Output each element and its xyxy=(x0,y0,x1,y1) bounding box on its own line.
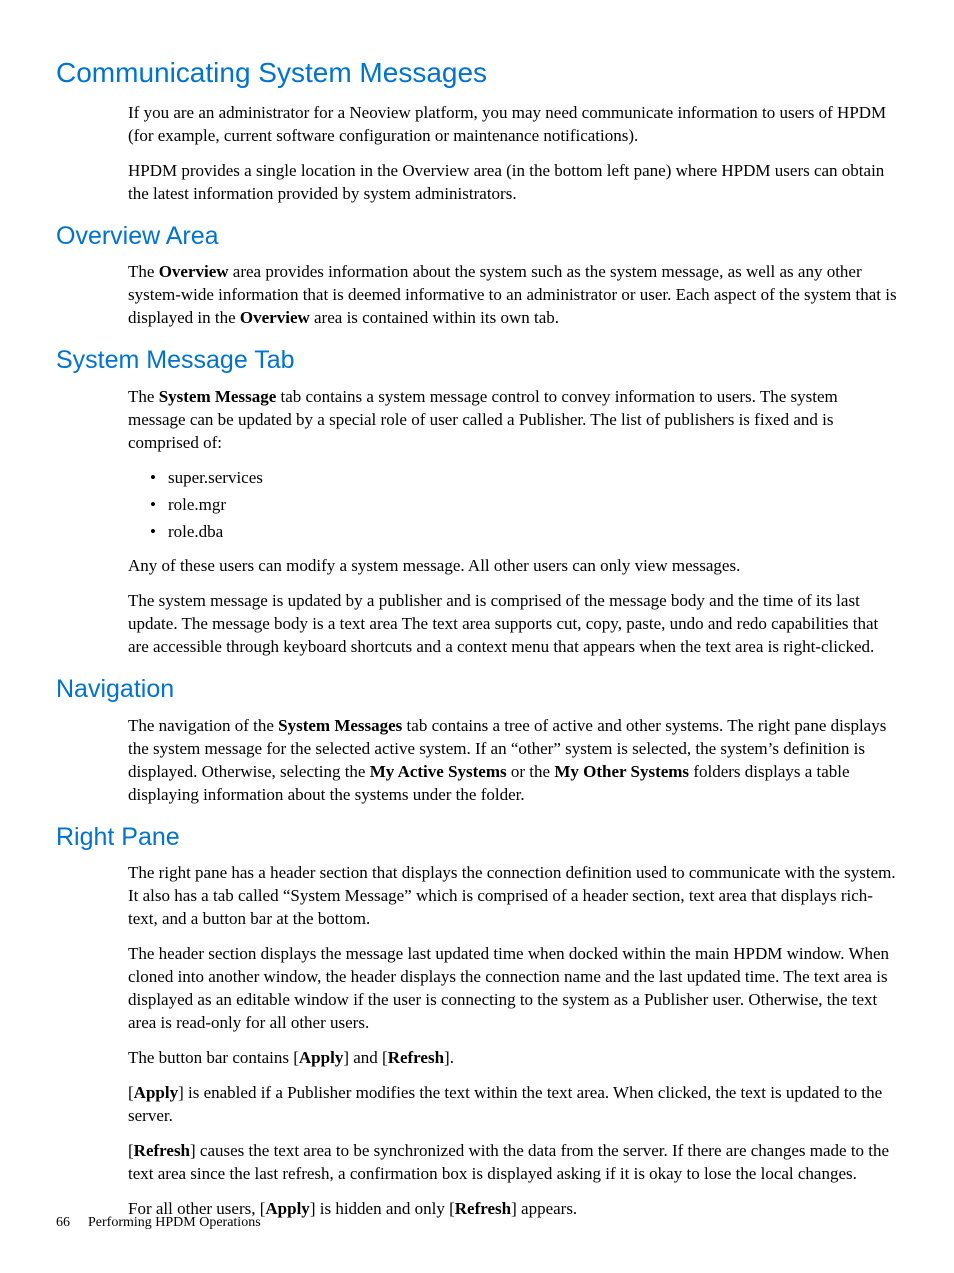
text: The button bar contains [ xyxy=(128,1048,299,1067)
paragraph: [Apply] is enabled if a Publisher modifi… xyxy=(128,1082,898,1128)
bold-text: My Active Systems xyxy=(370,762,507,781)
paragraph: The navigation of the System Messages ta… xyxy=(128,715,898,807)
page-footer: 66 Performing HPDM Operations xyxy=(56,1214,261,1233)
bold-text: Apply xyxy=(265,1199,309,1218)
text: The xyxy=(128,262,159,281)
text: area is contained within its own tab. xyxy=(310,308,559,327)
text: The xyxy=(128,387,159,406)
section-body: The Overview area provides information a… xyxy=(128,261,898,330)
bold-text: Apply xyxy=(299,1048,343,1067)
bold-text: Refresh xyxy=(134,1141,190,1160)
bold-text: Overview xyxy=(159,262,229,281)
page: Communicating System Messages If you are… xyxy=(0,0,954,1273)
heading-navigation: Navigation xyxy=(56,673,898,707)
list-item: super.services xyxy=(150,467,898,490)
bold-text: My Other Systems xyxy=(554,762,689,781)
heading-system-message-tab: System Message Tab xyxy=(56,344,898,378)
publishers-list: super.services role.mgr role.dba xyxy=(128,467,898,544)
bold-text: Apply xyxy=(134,1083,178,1102)
text: The navigation of the xyxy=(128,716,278,735)
paragraph: HPDM provides a single location in the O… xyxy=(128,160,898,206)
page-number: 66 xyxy=(56,1215,70,1230)
paragraph: The header section displays the message … xyxy=(128,943,898,1035)
section-body: If you are an administrator for a Neovie… xyxy=(128,102,898,206)
section-body: The System Message tab contains a system… xyxy=(128,386,898,659)
text: ] is enabled if a Publisher modifies the… xyxy=(128,1083,882,1125)
paragraph: The system message is updated by a publi… xyxy=(128,590,898,659)
list-item: role.dba xyxy=(150,521,898,544)
paragraph: The System Message tab contains a system… xyxy=(128,386,898,455)
heading-right-pane: Right Pane xyxy=(56,821,898,855)
bold-text: Overview xyxy=(240,308,310,327)
list-item: role.mgr xyxy=(150,494,898,517)
heading-communicating-system-messages: Communicating System Messages xyxy=(56,54,898,92)
paragraph: The button bar contains [Apply] and [Ref… xyxy=(128,1047,898,1070)
paragraph: [Refresh] causes the text area to be syn… xyxy=(128,1140,898,1186)
paragraph: The Overview area provides information a… xyxy=(128,261,898,330)
text: ] causes the text area to be synchronize… xyxy=(128,1141,889,1183)
bold-text: System Message xyxy=(159,387,277,406)
footer-chapter-title: Performing HPDM Operations xyxy=(88,1215,261,1230)
heading-overview-area: Overview Area xyxy=(56,220,898,254)
text: ] appears. xyxy=(511,1199,577,1218)
bold-text: System Messages xyxy=(278,716,402,735)
text: or the xyxy=(507,762,555,781)
text: ] and [ xyxy=(343,1048,387,1067)
section-body: The right pane has a header section that… xyxy=(128,862,898,1220)
bold-text: Refresh xyxy=(388,1048,444,1067)
paragraph: If you are an administrator for a Neovie… xyxy=(128,102,898,148)
section-body: The navigation of the System Messages ta… xyxy=(128,715,898,807)
text: ] is hidden and only [ xyxy=(310,1199,455,1218)
paragraph: The right pane has a header section that… xyxy=(128,862,898,931)
paragraph: Any of these users can modify a system m… xyxy=(128,555,898,578)
bold-text: Refresh xyxy=(455,1199,511,1218)
text: ]. xyxy=(444,1048,454,1067)
